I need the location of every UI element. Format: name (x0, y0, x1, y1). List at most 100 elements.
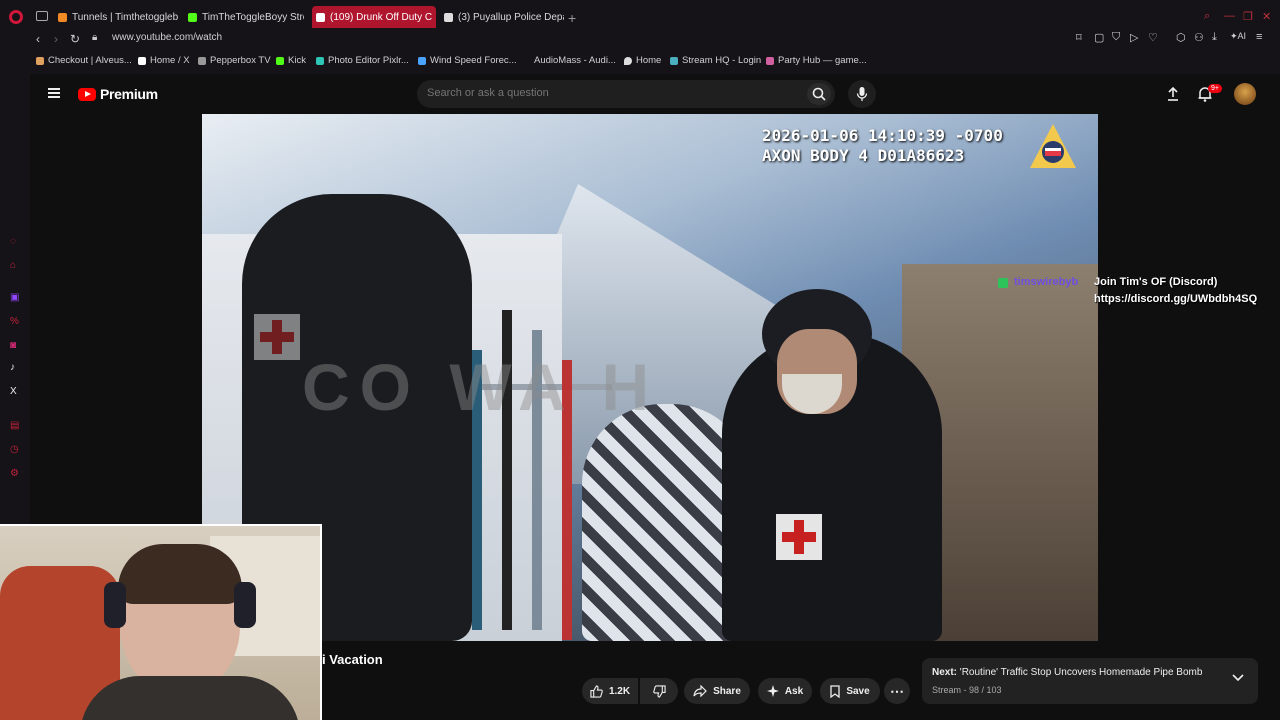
video-player[interactable]: CO WA H 2026-01-06 14:10:39 -0700 AXON B… (202, 114, 1098, 641)
reload-icon[interactable]: ↻ (70, 32, 80, 46)
ai-icon[interactable]: ✦AI (1230, 31, 1246, 42)
more-dots-icon: ⋯ (890, 682, 904, 699)
youtube-header: Premium 9+ (30, 74, 1280, 114)
bookmark-favicon-icon (36, 56, 44, 65)
bookmark-save-icon (830, 684, 840, 698)
tab-tunnels[interactable]: Tunnels | Timthetoggleboy (54, 6, 178, 28)
opera-logo-icon[interactable] (9, 10, 23, 24)
notification-count-badge: 9+ (1208, 84, 1222, 93)
video-title: i Vacation (322, 652, 383, 667)
back-icon[interactable]: ‹ (36, 32, 40, 46)
patrol-cross-icon (776, 514, 822, 560)
x-logo-icon (138, 56, 146, 65)
youtube-premium-logo[interactable]: Premium (78, 86, 158, 102)
streamer-shirt (80, 676, 300, 720)
twitch-icon[interactable]: ▣ (10, 292, 19, 303)
x-logo-icon[interactable]: X (10, 386, 17, 397)
save-button[interactable]: Save (820, 678, 880, 704)
up-next-playlist-position: Stream - 98 / 103 (932, 685, 1002, 695)
profile-icon[interactable]: ⚇ (1194, 31, 1204, 44)
notes-icon[interactable]: ▤ (10, 420, 19, 431)
ask-button[interactable]: Ask (758, 678, 812, 704)
ask-label: Ask (784, 685, 804, 697)
new-tab-button[interactable]: + (568, 10, 576, 26)
webcam-overlay (0, 524, 322, 720)
up-next-panel[interactable]: Next: 'Routine' Traffic Stop Uncovers Ho… (922, 658, 1258, 704)
bookmark-stream-hq[interactable]: Stream HQ - Login (670, 55, 761, 66)
bookmark-party-hub[interactable]: Party Hub — game... (766, 55, 867, 66)
discord-check-icon (998, 278, 1008, 288)
briefcase-icon[interactable]: ⌂ (10, 260, 16, 271)
forward-icon[interactable]: › (54, 32, 58, 46)
more-actions-button[interactable]: ⋯ (884, 678, 910, 704)
share-button[interactable]: Share (684, 678, 750, 704)
headset-icon (104, 582, 126, 628)
police-badge-icon (1030, 124, 1076, 168)
tab-youtube-active[interactable]: (109) Drunk Off Duty C (312, 6, 436, 28)
aria-icon[interactable]: ◌ (10, 236, 16, 247)
heart-icon[interactable]: ♡ (1148, 31, 1158, 44)
download-icon[interactable]: ⤓ (1212, 31, 1217, 44)
shield-icon[interactable]: ⛉ (1112, 31, 1120, 44)
dislike-button[interactable] (640, 678, 678, 704)
share-label: Share (713, 685, 741, 697)
voice-search-button[interactable] (848, 80, 876, 108)
bookmark-icon[interactable]: ⌑ (1076, 31, 1082, 44)
close-window-button[interactable]: ✕ (1262, 10, 1271, 23)
microphone-icon (856, 87, 868, 101)
search-icon (812, 87, 826, 101)
url-field[interactable]: www.youtube.com/watch (112, 32, 222, 43)
like-button[interactable]: 1.2K (582, 678, 638, 704)
youtube-play-logo-icon (78, 87, 96, 101)
hamburger-menu-icon[interactable] (48, 88, 60, 98)
device-id-line: AXON BODY 4 D01A86623 (762, 146, 965, 165)
history-icon[interactable]: ◷ (10, 444, 19, 455)
search-button[interactable] (807, 83, 831, 105)
bookmark-kick[interactable]: Kick (276, 55, 306, 66)
share-icon (693, 685, 707, 697)
upload-button[interactable] (1166, 86, 1180, 107)
search-input[interactable] (427, 87, 787, 99)
discord-link: https://discord.gg/UWbdbh4SQ (1094, 293, 1258, 305)
percent-icon[interactable]: % (10, 316, 19, 327)
streamer-hair (118, 544, 242, 604)
extensions-icon[interactable]: ⬡ (1176, 31, 1186, 44)
bookmark-pepperbox[interactable]: Pepperbox TV (198, 55, 271, 66)
settings-icon[interactable]: ⚙ (10, 468, 19, 479)
tab-stream[interactable]: TimTheToggleBoyy Stream (184, 6, 304, 28)
bookmark-pixlr[interactable]: Photo Editor Pixlr... (316, 55, 409, 66)
avatar[interactable] (1234, 83, 1256, 105)
minimize-button[interactable]: — (1224, 10, 1235, 22)
chevron-down-icon[interactable] (1232, 674, 1244, 682)
timestamp-line: 2026-01-06 14:10:39 -0700 (762, 126, 1003, 145)
tiktok-icon[interactable]: ♪ (10, 362, 15, 373)
thumbs-down-icon (652, 684, 666, 698)
bookmark-home[interactable]: Home (624, 55, 661, 66)
bookmark-favicon-icon (522, 56, 530, 65)
bookmark-x-home[interactable]: Home / X (138, 55, 190, 66)
video-watermark: CO WA H (302, 350, 660, 424)
bookmark-audiomass[interactable]: AudioMass - Audi... (522, 55, 616, 66)
maximize-button[interactable]: ❐ (1243, 10, 1253, 23)
tab-favicon-icon (58, 12, 67, 22)
address-bar-row: ‹ › ↻ 🔒︎ www.youtube.com/watch ⌑ ▢ ⛉ ▷ ♡… (0, 28, 1280, 50)
menu-icon[interactable]: ≡ (1256, 31, 1262, 43)
patrol-cross-icon (254, 314, 300, 360)
tab-puyallup[interactable]: (3) Puyallup Police Depart (440, 6, 564, 28)
instagram-icon[interactable]: ◙ (10, 340, 16, 351)
bodycam-timestamp: 2026-01-06 14:10:39 -0700 AXON BODY 4 D0… (762, 126, 1003, 166)
like-count: 1.2K (608, 685, 631, 697)
headset-icon (234, 582, 256, 628)
search-tabs-icon[interactable]: ⌕ (1204, 10, 1210, 23)
play-icon[interactable]: ▷ (1130, 31, 1138, 44)
save-label: Save (846, 685, 870, 697)
tab-switcher-icon[interactable] (36, 11, 48, 21)
bookmark-favicon-icon (766, 56, 774, 65)
search-box (417, 80, 835, 108)
tab-strip: Tunnels | Timthetoggleboy TimTheToggleBo… (0, 4, 1280, 28)
bookmark-favicon-icon (418, 56, 426, 65)
bookmark-wind-speed[interactable]: Wind Speed Forec... (418, 55, 517, 66)
snapshot-icon[interactable]: ▢ (1094, 31, 1104, 44)
bookmark-checkout[interactable]: Checkout | Alveus... (36, 55, 132, 66)
up-next-title: Next: 'Routine' Traffic Stop Uncovers Ho… (932, 667, 1203, 678)
